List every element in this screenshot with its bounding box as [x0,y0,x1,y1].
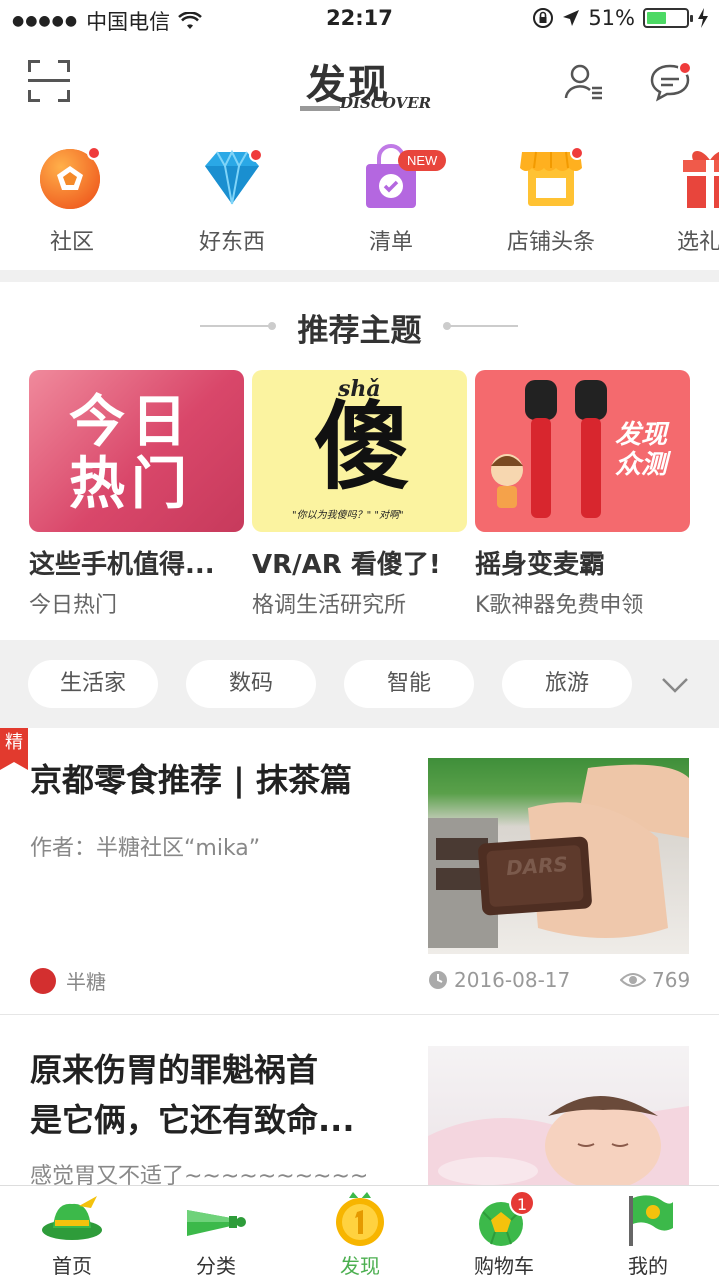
tab-cart[interactable]: 1 购物车 [432,1186,576,1280]
card-image-hot: 今日热门 [29,370,244,532]
recommend-card[interactable]: 今日热门 这些手机值得... 今日热门 [29,370,244,619]
rotation-lock-icon [533,8,554,28]
article-views: 769 [620,968,690,992]
tag-digital[interactable]: 数码 [186,660,316,708]
chevron-down-icon[interactable] [660,670,690,700]
recommend-title: 推荐主题 [297,313,422,349]
home-hat-icon [42,1196,102,1240]
article-thumbnail[interactable]: DARS [428,758,689,954]
baby-photo [428,1096,689,1185]
article-author: 作者：半糖社区“mika” [30,836,261,861]
article-source[interactable]: 半糖 [30,966,106,995]
recommend-card[interactable]: 发现众测 摇身变麦霸 K歌神器免费申领 [475,370,690,619]
tab-home[interactable]: 首页 [0,1186,144,1280]
status-bar: ●●●●● 中国电信 22:17 51% [0,0,719,40]
clock-icon [429,971,447,989]
source-logo-icon [30,967,56,994]
scan-icon[interactable] [28,60,70,102]
category-community[interactable]: 社区 [2,142,142,256]
cart-count-badge: 1 [509,1190,535,1216]
tag-filter-bar: 生活家 数码 智能 旅游 [0,640,719,728]
tag-lifestyle[interactable]: 生活家 [28,660,158,708]
tab-category[interactable]: 分类 [144,1186,288,1280]
flag-icon [629,1195,673,1246]
category-good-stuff[interactable]: 好东西 [162,142,302,256]
user-list-icon[interactable] [562,60,606,104]
article-title[interactable]: 京都零食推荐 | 抹茶篇 [30,758,352,802]
app-logo: 发现 DISCOVER [300,50,431,120]
eye-icon [620,973,646,987]
category-row: 社区 好东西 NEW 清单 店铺头条 选礼 [0,132,719,268]
header: 发现 DISCOVER [0,40,719,128]
article-title[interactable]: 原来伤胃的罪魁祸首 是它俩，它还有致命... [30,1048,354,1142]
battery-percent: 51% [588,6,635,30]
medal-icon [336,1192,384,1246]
new-badge: NEW [398,150,447,171]
category-gift[interactable]: 选礼神 [640,142,719,256]
tab-discover[interactable]: 发现 [288,1186,432,1280]
section-divider [0,270,719,282]
category-list[interactable]: NEW 清单 [321,142,461,256]
tag-smart[interactable]: 智能 [344,660,474,708]
location-icon [563,10,580,26]
card-image-sha: shǎ 傻 "你以为我傻吗？" "对啊" [252,370,467,532]
article-date: 2016-08-17 [428,968,570,992]
category-store-news[interactable]: 店铺头条 [481,142,621,256]
recommend-card[interactable]: shǎ 傻 "你以为我傻吗？" "对啊" VR/AR 看傻了! 格调生活研究所 [252,370,467,619]
horn-icon [187,1210,246,1236]
article-thumbnail[interactable] [428,1046,689,1185]
card-image-karaoke: 发现众测 [475,370,690,532]
featured-badge: 精 [0,728,28,770]
bottom-tab-bar: 首页 分类 发现 1 购物车 我的 [0,1185,719,1280]
gift-icon [683,151,719,208]
charging-icon [698,8,708,28]
message-icon[interactable] [648,60,694,104]
tag-travel[interactable]: 旅游 [502,660,632,708]
tab-mine[interactable]: 我的 [576,1186,719,1280]
battery-icon [643,8,693,28]
